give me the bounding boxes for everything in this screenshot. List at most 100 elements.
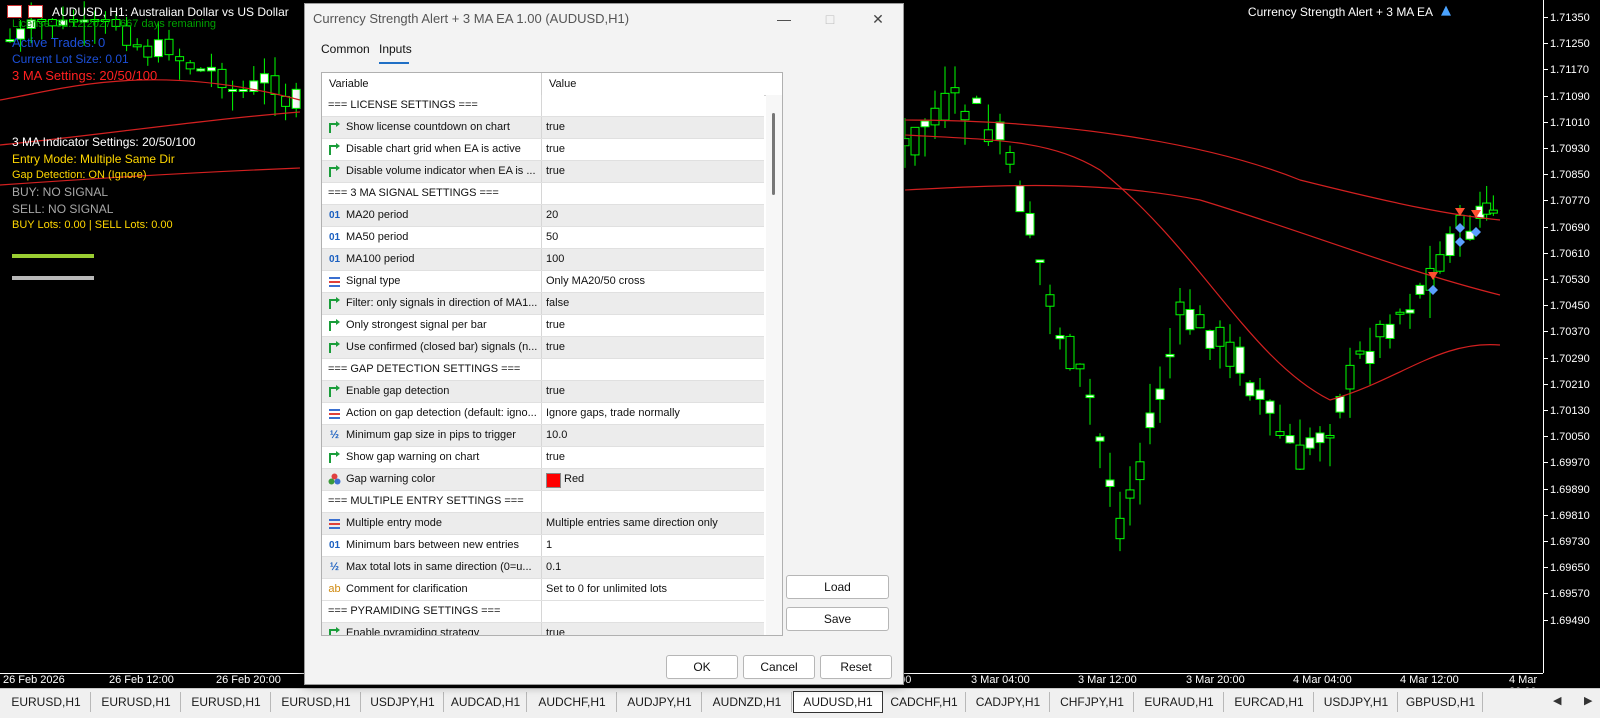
- price-label: 1.70770: [1550, 195, 1590, 208]
- value-cell[interactable]: true: [542, 337, 764, 358]
- input-section-row[interactable]: === MULTIPLE ENTRY SETTINGS ===: [322, 491, 764, 513]
- input-row[interactable]: ½ Minimum gap size in pips to trigger 10.0: [322, 425, 764, 447]
- input-row[interactable]: 01 MA100 period 100: [322, 249, 764, 271]
- value-cell[interactable]: [542, 95, 764, 116]
- chart-tab-audusd-h1[interactable]: AUDUSD,H1: [793, 691, 883, 713]
- input-row[interactable]: Only strongest signal per bar true: [322, 315, 764, 337]
- chart-tab-euraud-h1[interactable]: EURAUD,H1: [1135, 692, 1224, 712]
- value-cell[interactable]: false: [542, 293, 764, 314]
- reset-button[interactable]: Reset: [820, 655, 892, 679]
- input-row[interactable]: 01 MA20 period 20: [322, 205, 764, 227]
- input-row[interactable]: 01 MA50 period 50: [322, 227, 764, 249]
- input-row[interactable]: Filter: only signals in direction of MA1…: [322, 293, 764, 315]
- input-row[interactable]: Disable chart grid when EA is active true: [322, 139, 764, 161]
- price-label: 1.70370: [1550, 326, 1590, 339]
- tab-scroll-right-icon[interactable]: ▶: [1584, 694, 1592, 707]
- ok-button[interactable]: OK: [666, 655, 738, 679]
- save-button[interactable]: Save: [786, 607, 889, 631]
- enum-type-icon: [327, 274, 342, 289]
- value-cell[interactable]: [542, 359, 764, 380]
- chart-tab-cadchf-h1[interactable]: CADCHF,H1: [883, 692, 966, 712]
- value-cell[interactable]: [542, 601, 764, 622]
- input-section-row[interactable]: === PYRAMIDING SETTINGS ===: [322, 601, 764, 623]
- value-cell[interactable]: Only MA20/50 cross: [542, 271, 764, 292]
- value-cell[interactable]: true: [542, 139, 764, 160]
- scrollbar-thumb[interactable]: [772, 113, 775, 195]
- chart-tab-usdjpy-h1[interactable]: USDJPY,H1: [362, 692, 444, 712]
- chart-tab-eurusd-h1[interactable]: EURUSD,H1: [92, 692, 181, 712]
- input-row[interactable]: Action on gap detection (default: igno..…: [322, 403, 764, 425]
- candle: [1055, 327, 1065, 350]
- chart-tab-audcad-h1[interactable]: AUDCAD,H1: [445, 692, 527, 712]
- input-row[interactable]: ½ Max total lots in same direction (0=u..…: [322, 557, 764, 579]
- cancel-button[interactable]: Cancel: [743, 655, 815, 679]
- dialog-titlebar[interactable]: Currency Strength Alert + 3 MA EA 1.00 (…: [305, 4, 903, 34]
- value-cell[interactable]: Multiple entries same direction only: [542, 513, 764, 534]
- input-row[interactable]: Show license countdown on chart true: [322, 117, 764, 139]
- chart-tab-cadjpy-h1[interactable]: CADJPY,H1: [967, 692, 1050, 712]
- chart-tab-eurcad-h1[interactable]: EURCAD,H1: [1225, 692, 1314, 712]
- input-row[interactable]: Show gap warning on chart true: [322, 447, 764, 469]
- chart-tab-usdjpy-h1[interactable]: USDJPY,H1: [1315, 692, 1398, 712]
- input-row[interactable]: ab Comment for clarification Set to 0 for …: [322, 579, 764, 601]
- price-label: 1.69970: [1550, 457, 1590, 470]
- chart-tab-eurusd-h1[interactable]: EURUSD,H1: [2, 692, 91, 712]
- value-cell[interactable]: [542, 491, 764, 512]
- price-tick: [1544, 17, 1548, 18]
- input-section-row[interactable]: === LICENSE SETTINGS ===: [322, 95, 764, 117]
- candle: [196, 67, 206, 73]
- column-header-value[interactable]: Value: [549, 78, 576, 90]
- value-cell[interactable]: 50: [542, 227, 764, 248]
- variable-cell: Show license countdown on chart: [322, 117, 542, 138]
- value-cell[interactable]: Set to 0 for unlimited lots: [542, 579, 764, 600]
- value-cell[interactable]: 10.0: [542, 425, 764, 446]
- current-lot-text: Current Lot Size: 0.01: [12, 52, 129, 66]
- value-cell[interactable]: 1: [542, 535, 764, 556]
- close-button[interactable]: ✕: [855, 4, 901, 34]
- integer-type-icon: 01: [328, 210, 341, 221]
- input-row[interactable]: 01 Minimum bars between new entries 1: [322, 535, 764, 557]
- value-cell[interactable]: true: [542, 381, 764, 402]
- chart-tab-audchf-h1[interactable]: AUDCHF,H1: [528, 692, 617, 712]
- minimize-button[interactable]: —: [761, 4, 807, 34]
- chart-tab-eurusd-h1[interactable]: EURUSD,H1: [182, 692, 271, 712]
- variable-cell: 01 MA50 period: [322, 227, 542, 248]
- price-axis: 1.71350 1.71250 1.71170 1.71090 1.71010 1.709…: [1543, 0, 1600, 673]
- value-cell[interactable]: true: [542, 117, 764, 138]
- chart-tab-audjpy-h1[interactable]: AUDJPY,H1: [618, 692, 702, 712]
- load-button[interactable]: Load: [786, 575, 889, 599]
- grid-scrollbar[interactable]: [766, 95, 782, 635]
- input-row[interactable]: Disable volume indicator when EA is ... t…: [322, 161, 764, 183]
- value-cell[interactable]: true: [542, 315, 764, 336]
- chart-tab-gbpusd-h1[interactable]: GBPUSD,H1: [1399, 692, 1483, 712]
- input-row[interactable]: Enable gap detection true: [322, 381, 764, 403]
- input-section-row[interactable]: === 3 MA SIGNAL SETTINGS ===: [322, 183, 764, 205]
- input-row[interactable]: Use confirmed (closed bar) signals (n...…: [322, 337, 764, 359]
- input-row[interactable]: Gap warning color Red: [322, 469, 764, 491]
- candle: [940, 66, 950, 128]
- chart-tab-eurusd-h1[interactable]: EURUSD,H1: [272, 692, 361, 712]
- input-row[interactable]: Signal type Only MA20/50 cross: [322, 271, 764, 293]
- input-row[interactable]: Enable pyramiding strategy true: [322, 623, 764, 635]
- chart-tab-chfjpy-h1[interactable]: CHFJPY,H1: [1051, 692, 1134, 712]
- tab-common[interactable]: Common: [321, 42, 370, 56]
- value-cell[interactable]: Red: [542, 469, 764, 490]
- tab-inputs[interactable]: Inputs: [379, 42, 412, 56]
- value-cell[interactable]: 0.1: [542, 557, 764, 578]
- value-cell[interactable]: [542, 183, 764, 204]
- input-section-row[interactable]: === GAP DETECTION SETTINGS ===: [322, 359, 764, 381]
- column-separator[interactable]: [541, 73, 542, 95]
- value-cell[interactable]: true: [542, 623, 764, 635]
- value-cell[interactable]: 100: [542, 249, 764, 270]
- value-cell[interactable]: true: [542, 161, 764, 182]
- price-label: 1.71090: [1550, 90, 1590, 103]
- column-header-variable[interactable]: Variable: [329, 78, 369, 90]
- value-cell[interactable]: Ignore gaps, trade normally: [542, 403, 764, 424]
- value-cell[interactable]: 20: [542, 205, 764, 226]
- value-cell[interactable]: true: [542, 447, 764, 468]
- input-row[interactable]: Multiple entry mode Multiple entries same…: [322, 513, 764, 535]
- tab-scroll-left-icon[interactable]: ◀: [1553, 694, 1561, 707]
- bool-type-icon: [327, 120, 342, 135]
- maximize-button[interactable]: □: [807, 4, 853, 34]
- chart-tab-audnzd-h1[interactable]: AUDNZD,H1: [703, 692, 792, 712]
